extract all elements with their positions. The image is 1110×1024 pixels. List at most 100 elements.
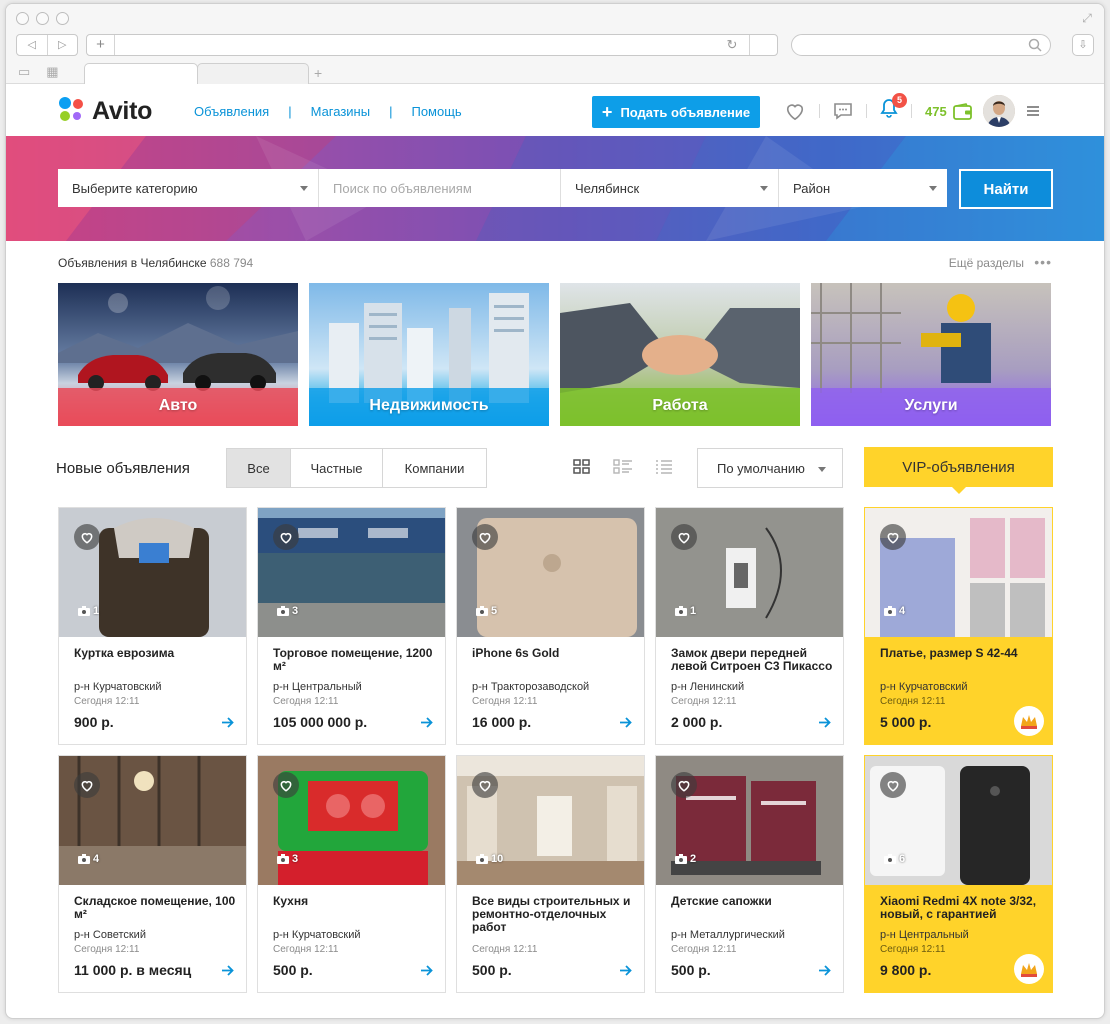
favorites-heart-icon[interactable] <box>784 101 806 121</box>
favorite-heart-icon[interactable] <box>273 524 299 550</box>
back-icon[interactable]: ◁ <box>17 35 48 55</box>
apps-grid-icon[interactable]: ▦ <box>46 64 58 80</box>
browser-tab[interactable] <box>197 63 309 85</box>
favorite-heart-icon[interactable] <box>880 772 906 798</box>
ad-title[interactable]: Торговое помещение, 1200 м² <box>273 647 437 673</box>
ad-price: 9 800 р. <box>880 962 932 978</box>
category-tile-jobs[interactable]: Работа <box>560 283 800 426</box>
add-tab-icon[interactable]: + <box>314 65 322 81</box>
grid-view-icon[interactable] <box>573 459 591 475</box>
fullscreen-icon[interactable]: ⤢ <box>1080 11 1094 25</box>
arrow-right-icon[interactable] <box>819 965 831 976</box>
category-tile-auto[interactable]: Авто <box>58 283 298 426</box>
messages-icon[interactable] <box>833 102 853 120</box>
ad-title[interactable]: Замок двери передней левой Ситроен С3 Пи… <box>671 647 835 673</box>
new-tab-icon[interactable]: + <box>87 35 115 55</box>
arrow-right-icon[interactable] <box>421 965 433 976</box>
category-tile-realty[interactable]: Недвижимость <box>309 283 549 426</box>
ad-photo[interactable]: 1 <box>59 508 246 637</box>
filter-private[interactable]: Частные <box>290 449 382 487</box>
favorite-heart-icon[interactable] <box>880 524 906 550</box>
ad-title[interactable]: Xiaomi Redmi 4X note 3/32, новый, с гара… <box>880 895 1044 921</box>
minimize-window-button[interactable] <box>36 12 49 25</box>
photo-count-value: 1 <box>93 605 100 617</box>
find-button[interactable]: Найти <box>959 169 1053 209</box>
ad-card[interactable]: 4 Складское помещение, 100 м² р-н Советски… <box>58 755 247 993</box>
photo-count: 3 <box>277 605 298 617</box>
maximize-window-button[interactable] <box>56 12 69 25</box>
filter-companies[interactable]: Компании <box>382 449 486 487</box>
favorite-heart-icon[interactable] <box>74 772 100 798</box>
ad-title[interactable]: Куртка еврозима <box>74 647 238 660</box>
vip-ad-card[interactable]: 4 Платье, размер S 42-44 р-н Курчатовский С… <box>864 507 1053 745</box>
ad-title[interactable]: iPhone 6s Gold <box>472 647 636 660</box>
ad-card[interactable]: 10 Все виды строительных и ремонтно-отдел… <box>456 755 645 993</box>
notifications-button[interactable]: 5 <box>880 92 907 125</box>
browser-tab[interactable] <box>84 63 198 85</box>
nav-shops-link[interactable]: Магазины <box>311 104 371 119</box>
more-sections-link[interactable]: Ещё разделы <box>949 256 1024 270</box>
download-icon[interactable]: ⇩ <box>1072 34 1094 56</box>
user-avatar[interactable] <box>982 95 1015 127</box>
ad-card[interactable]: 1 Замок двери передней левой Ситроен С3 П… <box>655 507 844 745</box>
close-window-button[interactable] <box>16 12 29 25</box>
favorite-heart-icon[interactable] <box>74 524 100 550</box>
arrow-right-icon[interactable] <box>421 717 433 728</box>
ad-photo[interactable]: 3 <box>258 508 445 637</box>
arrow-right-icon[interactable] <box>222 965 234 976</box>
reading-list-icon[interactable]: ▭ <box>18 64 30 80</box>
address-bar[interactable]: + ↻ <box>86 34 778 56</box>
camera-icon <box>884 854 896 864</box>
ad-card[interactable]: 5 iPhone 6s Gold р-н Тракторозаводской Сего… <box>456 507 645 745</box>
favorite-heart-icon[interactable] <box>273 772 299 798</box>
ad-photo[interactable]: 1 <box>656 508 843 637</box>
browser-search-field[interactable] <box>791 34 1051 56</box>
wallet-icon[interactable] <box>952 102 973 120</box>
list-view-icon[interactable] <box>613 459 633 475</box>
wallet-balance[interactable]: 475 <box>925 104 947 119</box>
address-extension[interactable] <box>749 35 777 55</box>
ad-photo[interactable]: 10 <box>457 756 644 885</box>
filter-all[interactable]: Все <box>227 449 290 487</box>
ad-title[interactable]: Складское помещение, 100 м² <box>74 895 238 921</box>
vip-ads-header[interactable]: VIP-объявления <box>864 447 1053 494</box>
ad-card[interactable]: 3 Кухня р-н Курчатовский Сегодня 12:11 500 р… <box>257 755 446 993</box>
post-ad-button[interactable]: + Подать объявление <box>592 96 760 128</box>
logo[interactable]: Avito <box>58 96 152 126</box>
ad-title[interactable]: Все виды строительных и ремонтно-отделоч… <box>472 895 636 934</box>
arrow-right-icon[interactable] <box>620 717 632 728</box>
nav-help-link[interactable]: Помощь <box>411 104 461 119</box>
menu-icon[interactable] <box>1026 104 1039 118</box>
arrow-right-icon[interactable] <box>222 717 234 728</box>
reload-icon[interactable]: ↻ <box>721 35 743 55</box>
ad-card[interactable]: 1 Куртка еврозима р-н Курчатовский Сегодня … <box>58 507 247 745</box>
forward-icon[interactable]: ▷ <box>48 35 78 55</box>
ad-photo[interactable]: 3 <box>258 756 445 885</box>
compact-view-icon[interactable] <box>655 459 673 475</box>
vip-ad-card[interactable]: 6 Xiaomi Redmi 4X note 3/32, новый, с гар… <box>864 755 1053 993</box>
search-input[interactable]: Поиск по объявлениям <box>319 169 561 207</box>
city-select[interactable]: Челябинск <box>561 169 779 207</box>
category-select[interactable]: Выберите категорию <box>58 169 319 207</box>
sort-select[interactable]: По умолчанию <box>697 448 843 488</box>
ad-title[interactable]: Детские сапожки <box>671 895 835 908</box>
ad-photo[interactable]: 4 <box>59 756 246 885</box>
arrow-right-icon[interactable] <box>620 965 632 976</box>
favorite-heart-icon[interactable] <box>472 772 498 798</box>
arrow-right-icon[interactable] <box>819 717 831 728</box>
favorite-heart-icon[interactable] <box>472 524 498 550</box>
favorite-heart-icon[interactable] <box>671 524 697 550</box>
ad-photo[interactable]: 4 <box>865 508 1052 637</box>
category-tile-services[interactable]: Услуги <box>811 283 1051 426</box>
nav-ads-link[interactable]: Объявления <box>194 104 269 119</box>
ad-title[interactable]: Платье, размер S 42-44 <box>880 647 1044 660</box>
ad-card[interactable]: 3 Торговое помещение, 1200 м² р-н Централь… <box>257 507 446 745</box>
ad-photo[interactable]: 6 <box>865 756 1052 885</box>
more-dots-icon[interactable]: ••• <box>1034 255 1052 269</box>
ad-title[interactable]: Кухня <box>273 895 437 908</box>
favorite-heart-icon[interactable] <box>671 772 697 798</box>
ad-photo[interactable]: 5 <box>457 508 644 637</box>
ad-photo[interactable]: 2 <box>656 756 843 885</box>
ad-card[interactable]: 2 Детские сапожки р-н Металлургический Сего… <box>655 755 844 993</box>
district-select[interactable]: Район <box>779 169 947 207</box>
